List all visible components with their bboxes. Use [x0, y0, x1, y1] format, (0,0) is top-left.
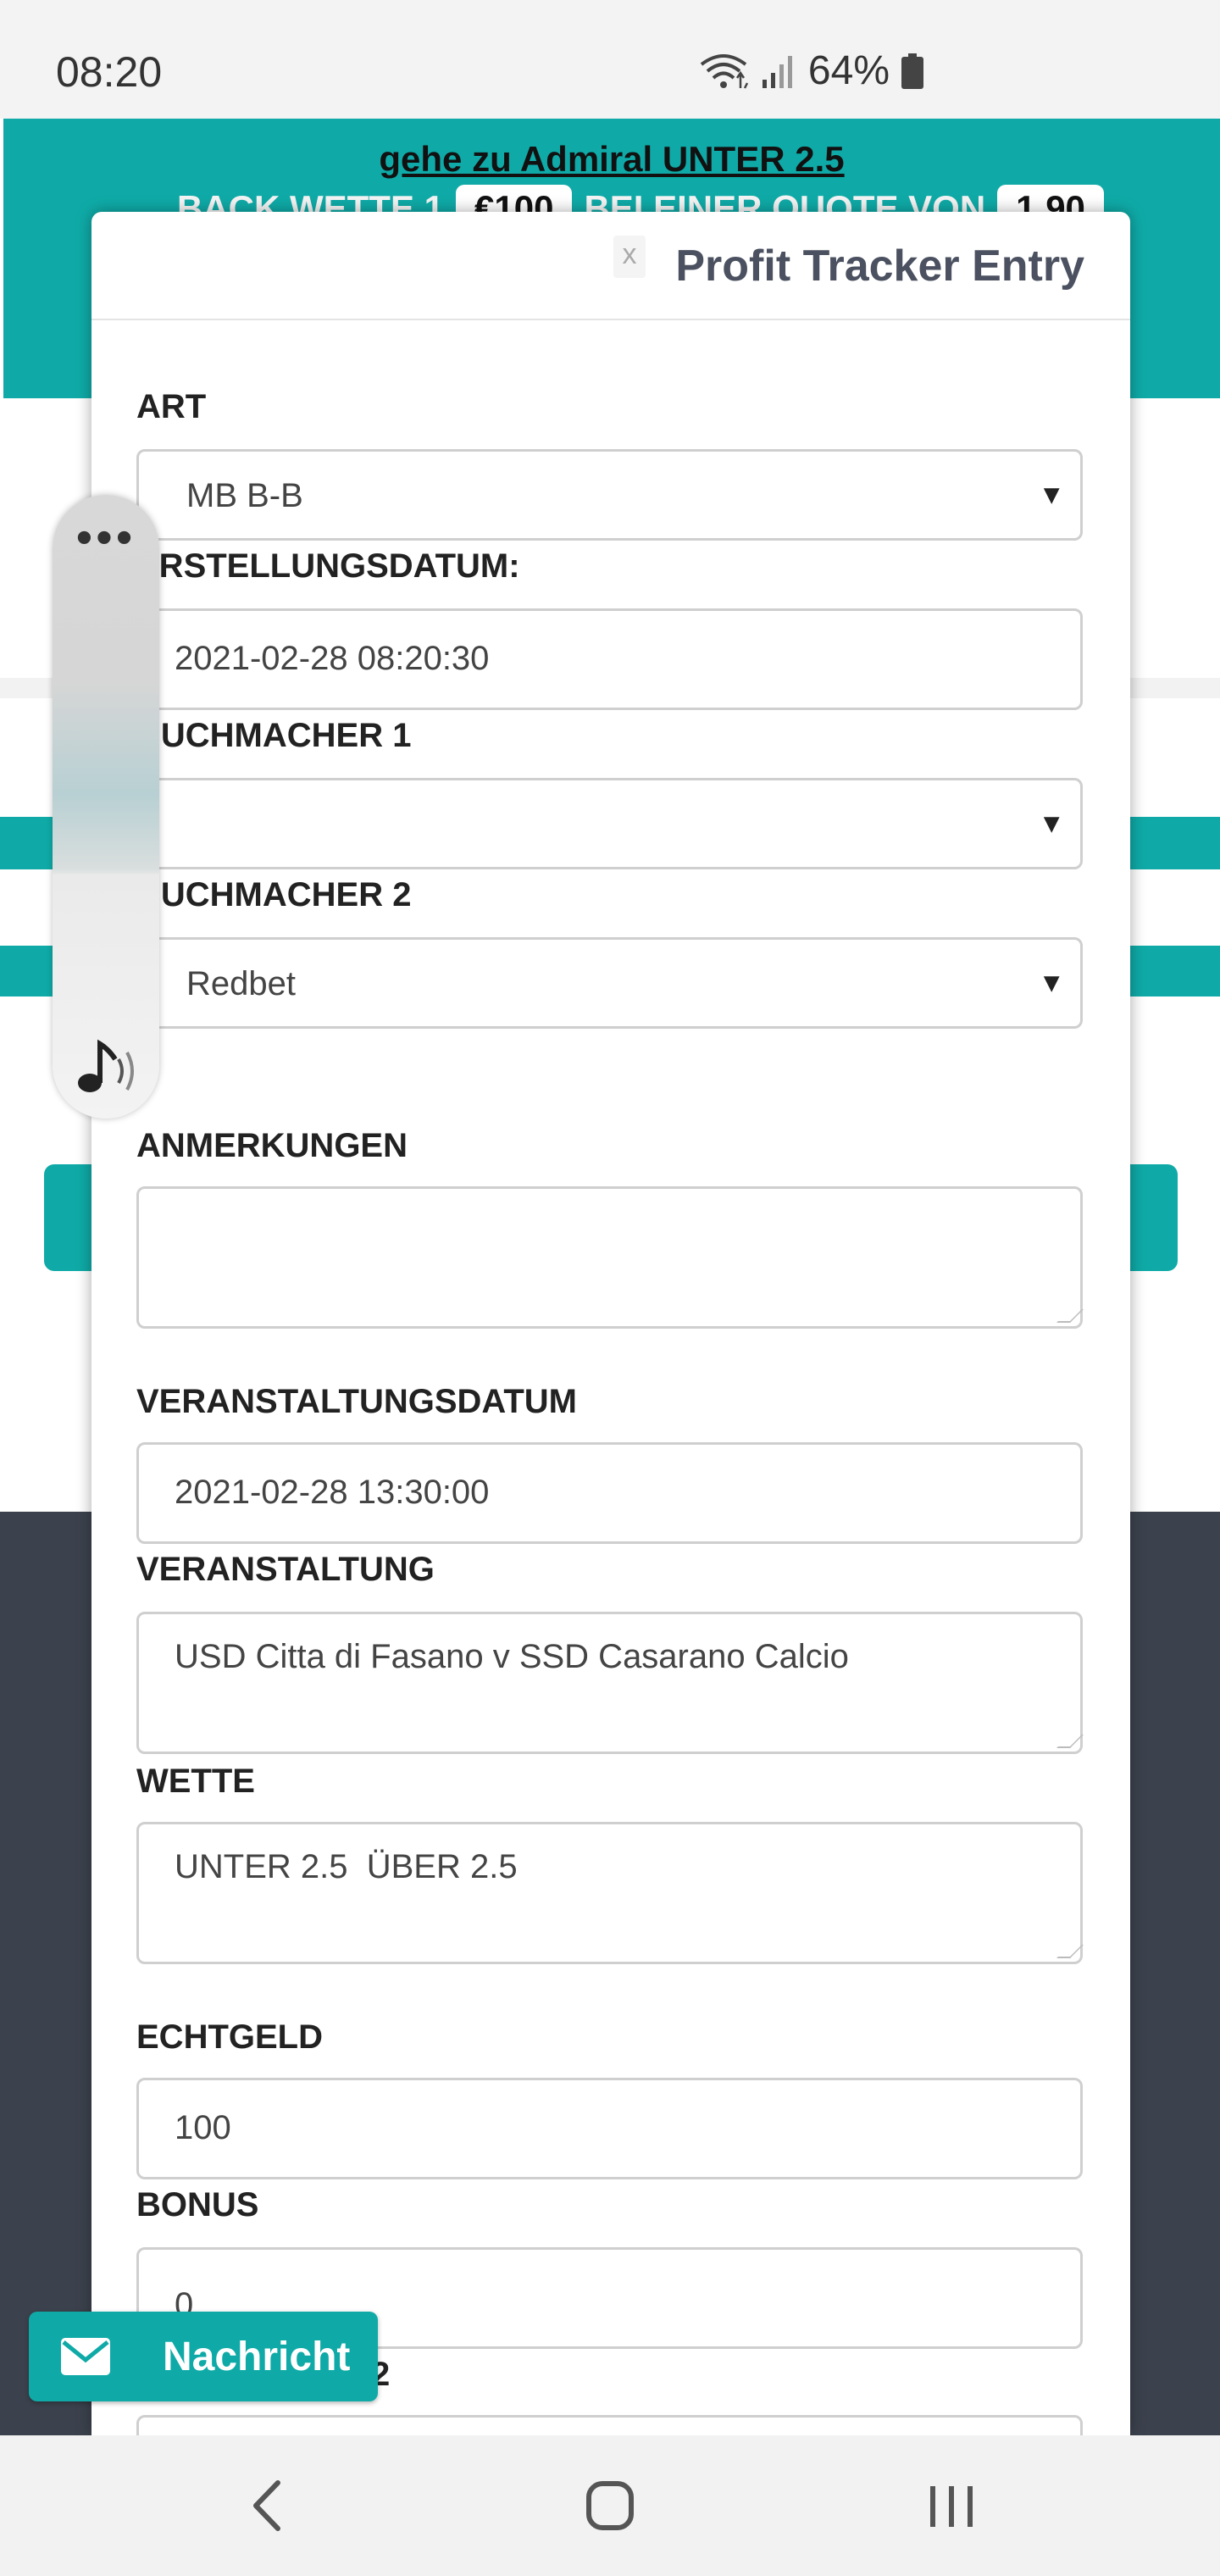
erstellungsdatum-value: 2021-02-28 08:20:30 — [175, 640, 490, 677]
battery-icon — [901, 53, 923, 89]
chevron-down-icon: ▼ — [1038, 479, 1065, 510]
more-menu-icon[interactable]: ••• — [53, 514, 159, 561]
profit-tracker-modal: x Profit Tracker Entry ART MB B-B ▼ ERST… — [92, 212, 1130, 2435]
anmerkungen-textarea[interactable] — [136, 1186, 1084, 1329]
wette-textarea[interactable]: UNTER 2.5 ÜBER 2.5 — [136, 1822, 1084, 1964]
message-button[interactable]: Nachricht — [29, 2312, 378, 2401]
echtgeld-value: 100 — [175, 2109, 231, 2146]
back-icon[interactable] — [246, 2478, 288, 2534]
echtgeld-label: ECHTGELD — [136, 2018, 323, 2056]
anmerkungen-label: ANMERKUNGEN — [136, 1127, 408, 1164]
status-time: 08:20 — [56, 48, 163, 96]
buchmacher1-select[interactable]: ▼ — [136, 778, 1083, 869]
veranstaltung-textarea[interactable]: USD Citta di Fasano v SSD Casarano Calci… — [136, 1612, 1084, 1754]
chevron-down-icon: ▼ — [1038, 967, 1065, 998]
status-icons: 64% — [698, 47, 923, 94]
resize-handle[interactable] — [1056, 1945, 1084, 1958]
veranstaltung-value: USD Citta di Fasano v SSD Casarano Calci… — [175, 1638, 849, 1675]
veranstaltungsdatum-label: VERANSTALTUNGSDATUM — [136, 1383, 577, 1420]
modal-header: x Profit Tracker Entry — [92, 212, 1130, 320]
veranstaltung-label: VERANSTALTUNG — [136, 1551, 435, 1588]
mail-icon — [61, 2338, 110, 2375]
recent-apps-icon[interactable] — [927, 2483, 976, 2530]
wette-label: WETTE — [136, 1763, 255, 1800]
sound-icon[interactable] — [75, 1037, 142, 1096]
wette-value: UNTER 2.5 ÜBER 2.5 — [175, 1848, 518, 1885]
home-icon[interactable] — [585, 2479, 635, 2532]
art-value: MB B-B — [186, 477, 303, 514]
battery-percent: 64% — [807, 48, 890, 93]
bonus-label: BONUS — [136, 2186, 259, 2223]
signal-icon — [762, 55, 792, 88]
resize-handle[interactable] — [1056, 1309, 1084, 1323]
veranstaltungsdatum-value: 2021-02-28 13:30:00 — [175, 1474, 490, 1511]
buchmacher1-label: BUCHMACHER 1 — [136, 717, 412, 754]
veranstaltungsdatum-input[interactable]: 2021-02-28 13:30:00 — [136, 1442, 1083, 1544]
chevron-down-icon: ▼ — [1038, 808, 1065, 839]
art-label: ART — [136, 388, 207, 425]
bookmaker-link[interactable]: gehe zu Admiral UNTER 2.5 — [3, 139, 1220, 180]
buchmacher2-select[interactable]: Redbet ▼ — [136, 937, 1083, 1029]
message-label: Nachricht — [163, 2334, 351, 2379]
next-field-input[interactable] — [136, 2415, 1083, 2435]
resize-handle[interactable] — [1056, 1735, 1084, 1748]
echtgeld-input[interactable]: 100 — [136, 2078, 1083, 2179]
buchmacher2-label: BUCHMACHER 2 — [136, 876, 412, 913]
erstellungsdatum-input[interactable]: 2021-02-28 08:20:30 — [136, 608, 1083, 710]
art-select[interactable]: MB B-B ▼ — [136, 449, 1083, 541]
modal-title: Profit Tracker Entry — [675, 242, 1084, 291]
status-bar: 08:20 64% — [0, 0, 1220, 119]
floating-media-widget[interactable]: ••• — [53, 495, 159, 1119]
system-nav-bar — [0, 2435, 1220, 2576]
close-button[interactable]: x — [613, 236, 646, 278]
buchmacher2-value: Redbet — [186, 965, 296, 1002]
erstellungsdatum-label: ERSTELLUNGSDATUM: — [136, 547, 520, 585]
wifi-icon — [700, 53, 749, 89]
